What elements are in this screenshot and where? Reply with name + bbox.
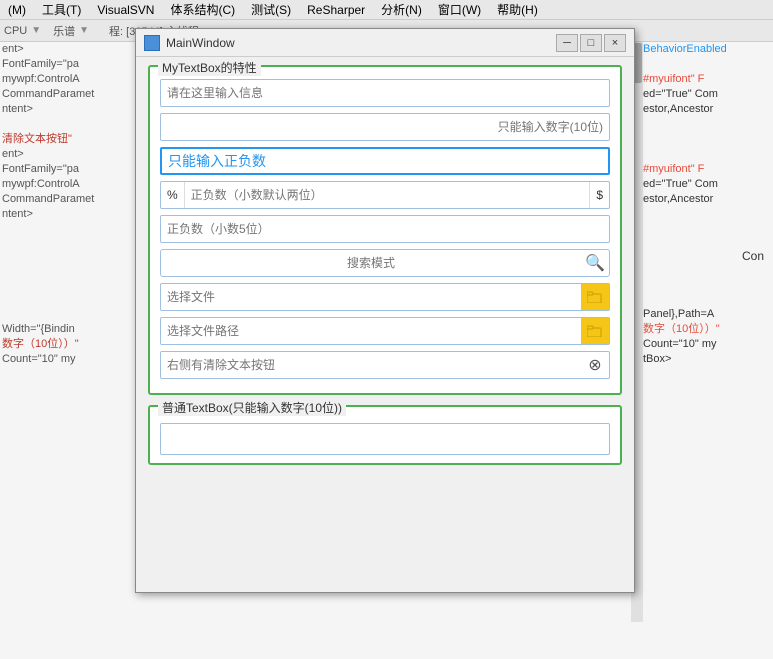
textbox-row-5 (160, 215, 610, 243)
search-icon-button[interactable]: 🔍 (581, 250, 609, 276)
textbox-signed[interactable] (160, 147, 610, 175)
textbox-row-1 (160, 79, 610, 107)
right-code-gap (643, 57, 771, 72)
minimize-button[interactable]: ─ (556, 34, 578, 52)
file-input[interactable] (161, 290, 581, 304)
search-input[interactable] (161, 256, 581, 270)
left-code-line-3: mywpf:ControlA (2, 72, 150, 87)
folder-icon (587, 291, 603, 303)
menu-arch[interactable]: 体系结构(C) (166, 0, 239, 19)
right-code-line-b1: Panel},Path=A (643, 307, 771, 322)
dialog-content: MyTextBox的特性 % (136, 57, 634, 483)
mytextbox-section: MyTextBox的特性 % (148, 65, 622, 395)
left-code-line-1: ent> (2, 42, 150, 57)
clear-text-input[interactable] (161, 358, 581, 372)
right-code-line-9: #myuifont" F (643, 162, 771, 177)
left-code-line-15: Count="10" my (2, 352, 150, 367)
section2-content (160, 419, 610, 455)
left-code-line-7: 清除文本按钮" (2, 132, 150, 147)
left-code-line-2: FontFamily="pa (2, 57, 150, 72)
right-code-line-1: BehaviorEnabled (643, 42, 771, 57)
left-code-line-5: ntent> (2, 102, 150, 117)
left-code-line-8: ent> (2, 147, 150, 162)
section1-content: % $ 🔍 (160, 79, 610, 379)
con-text: Con (742, 249, 773, 263)
right-code-line-4: ed="True" Com (643, 87, 771, 102)
normal-textbox[interactable] (160, 423, 610, 455)
textbox-row-6: 🔍 (160, 249, 610, 277)
right-code-line-5: estor,Ancestor (643, 102, 771, 117)
file-browse-button[interactable] (581, 284, 609, 310)
left-code-line-13: Width="{Bindin (2, 322, 150, 337)
dialog-title-left: MainWindow (144, 35, 235, 51)
right-code-line-10: ed="True" Com (643, 177, 771, 192)
normal-textbox-section: 普通TextBox(只能输入数字(10位)) (148, 405, 622, 465)
left-code-line-12: ntent> (2, 207, 150, 222)
menu-test[interactable]: 测试(S) (247, 0, 295, 19)
clear-icon: ⊗ (588, 355, 601, 375)
thread-dropdown: ▼ (79, 25, 89, 36)
textbox-decimal2[interactable] (185, 182, 590, 208)
menu-m[interactable]: (M) (4, 2, 30, 18)
menu-resharper[interactable]: ReSharper (303, 2, 369, 18)
menu-analysis[interactable]: 分析(N) (377, 0, 426, 19)
percent-prefix: % (161, 182, 185, 208)
menu-bar: (M) 工具(T) VisualSVN 体系结构(C) 测试(S) ReShar… (0, 0, 773, 20)
file-path-input[interactable] (161, 324, 581, 338)
clear-text-button[interactable]: ⊗ (581, 352, 609, 378)
thread-label: 乐谱 (53, 23, 75, 39)
menu-window[interactable]: 窗口(W) (434, 0, 485, 19)
file-path-box (160, 317, 610, 345)
right-code-line-b3: Count="10" my (643, 337, 771, 352)
right-code-gap2 (643, 117, 771, 162)
textbox-row-8 (160, 317, 610, 345)
left-code-line-10: mywpf:ControlA (2, 177, 150, 192)
file-select-box (160, 283, 610, 311)
textbox-row-9: ⊗ (160, 351, 610, 379)
cpu-label: CPU (4, 25, 27, 37)
section1-legend: MyTextBox的特性 (158, 59, 261, 76)
textbox-row-4: % $ (160, 181, 610, 209)
right-code-line-b2: 数字（10位））" (643, 322, 771, 337)
left-code-line-11: CommandParamet (2, 192, 150, 207)
right-code-panel: BehaviorEnabled #myuifont" F ed="True" C… (643, 42, 771, 367)
clear-text-box: ⊗ (160, 351, 610, 379)
right-code-line-3: #myuifont" F (643, 72, 771, 87)
left-code-line-4: CommandParamet (2, 87, 150, 102)
left-code-panel: ent> FontFamily="pa mywpf:ControlA Comma… (2, 42, 150, 367)
dialog-titlebar: MainWindow ─ □ × (136, 29, 634, 57)
textbox-1[interactable] (160, 79, 610, 107)
textbox-prefix-wrapper: % $ (160, 181, 610, 209)
search-box: 🔍 (160, 249, 610, 277)
folder-path-icon (587, 325, 603, 337)
left-code-line-14: 数字（10位））" (2, 337, 150, 352)
right-code-line-b4: tBox> (643, 352, 771, 367)
dollar-suffix: $ (589, 182, 609, 208)
textbox-float5[interactable] (160, 215, 610, 243)
dialog-window: MainWindow ─ □ × MyTextBox的特性 (135, 28, 635, 593)
file-path-browse-button[interactable] (581, 318, 609, 344)
menu-visualsvn[interactable]: VisualSVN (93, 2, 158, 18)
dialog-app-icon (144, 35, 160, 51)
menu-tools[interactable]: 工具(T) (38, 0, 85, 19)
dialog-title-text: MainWindow (166, 36, 235, 50)
left-code-line-9: FontFamily="pa (2, 162, 150, 177)
left-code-line-6 (2, 117, 150, 132)
dialog-controls: ─ □ × (556, 34, 626, 52)
right-code-line-11: estor,Ancestor (643, 192, 771, 207)
textbox-row-2 (160, 113, 610, 141)
maximize-button[interactable]: □ (580, 34, 602, 52)
cpu-dropdown: ▼ (31, 25, 41, 36)
textbox-row-3 (160, 147, 610, 175)
close-button[interactable]: × (604, 34, 626, 52)
section2-legend: 普通TextBox(只能输入数字(10位)) (158, 399, 346, 416)
textbox-row-7 (160, 283, 610, 311)
textbox-numeric[interactable] (160, 113, 610, 141)
menu-help[interactable]: 帮助(H) (493, 0, 542, 19)
